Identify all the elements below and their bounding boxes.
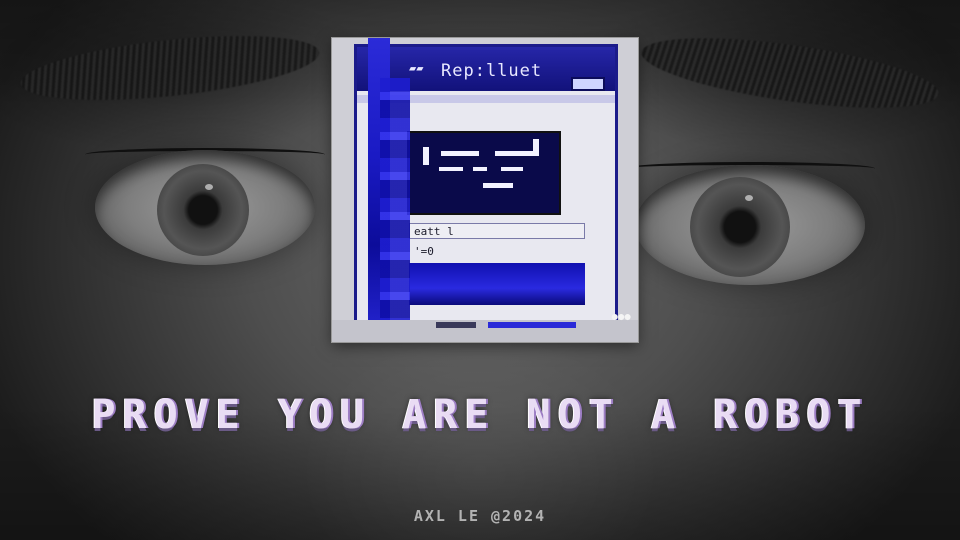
glitched-window-thumbnail: ▰▰ Rep:lluet eatt l '=0 ●●● xyxy=(332,38,638,342)
glitch-stripe xyxy=(380,78,410,328)
pixel-display xyxy=(407,131,561,215)
right-eye-glint xyxy=(745,195,753,201)
credit-line: AXL LE @2024 xyxy=(413,507,547,525)
left-eye xyxy=(95,150,315,265)
display-segment xyxy=(439,167,463,171)
window-statusbar xyxy=(332,320,638,342)
statusbar-segment xyxy=(488,322,576,328)
right-eye xyxy=(635,165,865,285)
right-iris xyxy=(690,177,790,277)
left-eye-glint xyxy=(205,184,213,190)
text-field: '=0 xyxy=(414,245,434,258)
window-control-button xyxy=(571,77,605,91)
left-iris xyxy=(157,164,249,256)
headline: PROVE YOU ARE NOT A ROBOT xyxy=(91,392,869,438)
blue-panel xyxy=(409,263,585,305)
display-segment xyxy=(501,167,523,171)
window-title: Rep:lluet xyxy=(441,61,543,81)
display-segment xyxy=(441,151,479,156)
text-field: eatt l xyxy=(409,223,585,239)
display-segment xyxy=(533,139,539,153)
background-photo: ▰▰ Rep:lluet eatt l '=0 ●●● PROVE YOU AR… xyxy=(0,0,960,540)
display-segment xyxy=(473,167,487,171)
glitch-dots-icon: ●●● xyxy=(610,310,632,325)
app-logo-icon: ▰▰ xyxy=(409,61,424,75)
statusbar-segment xyxy=(436,322,476,328)
display-segment xyxy=(483,183,513,188)
display-segment xyxy=(423,147,429,165)
